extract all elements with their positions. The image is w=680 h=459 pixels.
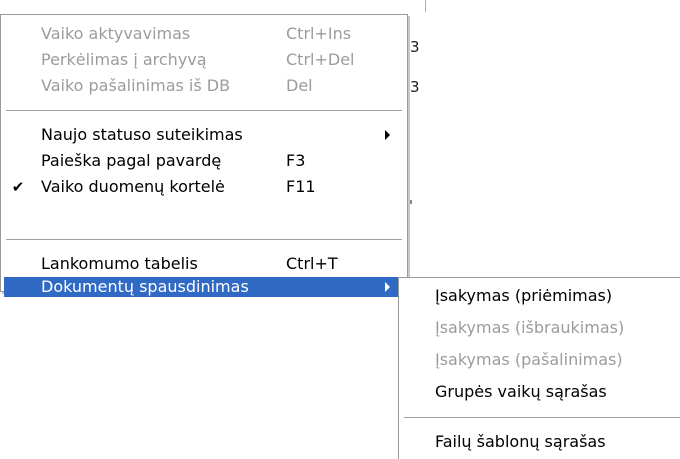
- menu-item-print-documents[interactable]: Dokumentų spausdinimas: [4, 277, 404, 297]
- menu-separator: [404, 417, 680, 419]
- menu-item-shortcut: Ctrl+T: [286, 254, 338, 273]
- menu-item-label: Vaiko aktyvavimas: [41, 24, 191, 43]
- menu-item-label: Lankomumo tabelis: [41, 254, 198, 273]
- menu-item-shortcut: Ctrl+Ins: [286, 24, 352, 43]
- menu-item-assign-new-status[interactable]: Naujo statuso suteikimas: [4, 122, 404, 148]
- submenu-arrow-icon: [385, 282, 390, 292]
- menu-item-label: Paieška pagal pavardę: [41, 151, 222, 170]
- menu-item-attendance-sheet[interactable]: Lankomumo tabelis Ctrl+T: [4, 251, 404, 277]
- menu-item-shortcut: Del: [286, 76, 313, 95]
- menu-item-label: Įsakymas (priėmimas): [435, 286, 613, 305]
- menu-item-label: Perkėlimas į archyvą: [41, 50, 207, 69]
- background-text-fragment: 3: [410, 78, 420, 96]
- menu-item-label: Įsakymas (pašalinimas): [435, 350, 623, 369]
- menu-item-child-data-card[interactable]: ✔ Vaiko duomenų kortelė F11: [4, 174, 404, 200]
- menu-item-move-to-archive[interactable]: Perkėlimas į archyvą Ctrl+Del: [4, 47, 404, 73]
- menu-item-delete-from-db[interactable]: Vaiko pašalinimas iš DB Del: [4, 73, 404, 99]
- menu-item-search-by-surname[interactable]: Paieška pagal pavardę F3: [4, 148, 404, 174]
- menu-item-shortcut: Ctrl+Del: [286, 50, 355, 69]
- submenu-item-file-templates-list[interactable]: Failų šablonų sąrašas: [403, 429, 680, 455]
- submenu-item-order-admission[interactable]: Įsakymas (priėmimas): [403, 283, 680, 309]
- menu-item-label: Vaiko pašalinimas iš DB: [41, 76, 231, 95]
- menu-item-label: Naujo statuso suteikimas: [41, 125, 243, 144]
- menu-item-label: Dokumentų spausdinimas: [41, 277, 249, 296]
- print-documents-submenu: Įsakymas (priėmimas) Įsakymas (išbraukim…: [398, 277, 680, 459]
- context-menu: Vaiko aktyvavimas Ctrl+Ins Perkėlimas į …: [0, 14, 408, 297]
- submenu-item-order-removal[interactable]: Įsakymas (išbraukimas): [403, 315, 680, 341]
- background-text-fragment: 3: [410, 38, 420, 56]
- menu-item-shortcut: F3: [286, 151, 306, 170]
- menu-item-label: Grupės vaikų sąrašas: [435, 382, 607, 401]
- submenu-arrow-icon: [385, 130, 390, 140]
- menu-separator: [6, 239, 402, 241]
- background-window-edge: [408, 20, 410, 276]
- submenu-item-order-expulsion[interactable]: Įsakymas (pašalinimas): [403, 347, 680, 373]
- menu-item-label: Įsakymas (išbraukimas): [435, 318, 625, 337]
- menu-item-label: Vaiko duomenų kortelė: [41, 177, 225, 196]
- background-window-edge: [410, 200, 412, 204]
- menu-item-shortcut: F11: [286, 177, 316, 196]
- menu-separator: [6, 110, 402, 112]
- check-icon: ✔: [11, 178, 25, 196]
- menu-item-child-activation[interactable]: Vaiko aktyvavimas Ctrl+Ins: [4, 21, 404, 47]
- submenu-item-group-children-list[interactable]: Grupės vaikų sąrašas: [403, 379, 680, 405]
- menu-item-label: Failų šablonų sąrašas: [435, 432, 606, 451]
- background-window-edge: [425, 0, 426, 12]
